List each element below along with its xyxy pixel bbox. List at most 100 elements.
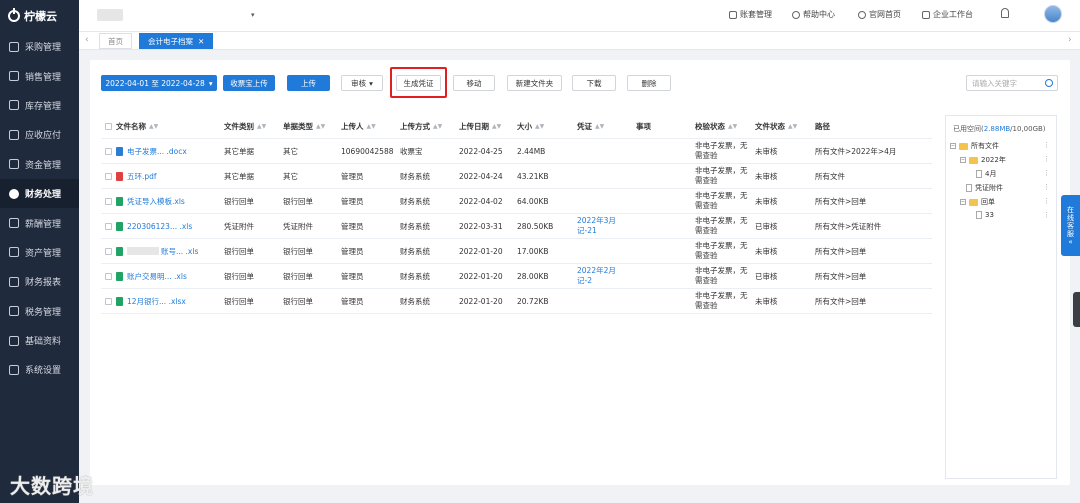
delete-button[interactable]: 删除 [627,75,671,91]
more-icon[interactable]: ⋮ [1043,169,1050,177]
sidebar-item-1[interactable]: 销售管理 [0,61,79,90]
side-handle[interactable] [1073,292,1080,327]
col-size[interactable]: 大小 ▲▼ [517,115,544,138]
sort-icon[interactable]: ▲▼ [595,123,604,130]
row-checkbox[interactable] [105,222,112,230]
col-check-status[interactable]: 校验状态 ▲▼ [695,115,737,138]
select-all-checkbox[interactable] [105,123,112,130]
download-button[interactable]: 下载 [572,75,616,91]
row-checkbox[interactable] [105,147,112,155]
row-checkbox[interactable] [105,297,112,305]
table-row[interactable]: 12月银行... .xlsx 银行回单 银行回单 管理员 财务系统 2022-01-20 2… [101,289,932,314]
chevron-right-icon[interactable]: › [1068,35,1072,45]
sort-icon[interactable]: ▲▼ [788,123,797,130]
tree-node-april[interactable]: 4月 [976,169,996,179]
tree-node-voucher-attachment[interactable]: 凭证附件 [966,183,1003,193]
sidebar-item-10[interactable]: 基础资料 [0,326,79,355]
date-range-picker[interactable]: 2022-04-01 至 2022-04-28 ▾ [101,75,217,91]
sort-icon[interactable]: ▲▼ [257,123,266,130]
collapse-icon[interactable]: − [960,157,966,163]
receipt-upload-button[interactable]: 收票宝上传 [223,75,275,91]
table-row[interactable]: 凭证导入模板.xls 银行回单 银行回单 管理员 财务系统 2022-04-02 64.00… [101,189,932,214]
tab-archive[interactable]: 会计电子档案 ✕ [139,33,214,49]
website-home-link[interactable]: 官网首页 [858,9,901,20]
tree-node-receipt[interactable]: − 回单 [960,197,995,207]
avatar[interactable] [1044,5,1062,23]
sort-icon[interactable]: ▲▼ [492,123,501,130]
tab-home[interactable]: 首页 [99,33,132,49]
company-selector[interactable] [97,9,123,21]
sort-icon[interactable]: ▲▼ [433,123,442,130]
col-category[interactable]: 文件类别 ▲▼ [224,115,266,138]
sidebar-item-6[interactable]: 薪酬管理 [0,208,79,237]
sort-icon[interactable]: ▲▼ [535,123,544,130]
col-uploader[interactable]: 上传人 ▲▼ [341,115,376,138]
row-checkbox[interactable] [105,247,112,255]
collapse-icon[interactable]: − [950,143,956,149]
topbar: ▾ 账套管理 帮助中心 官网首页 企业工作台 [79,0,1080,32]
account-management-link[interactable]: 账套管理 [729,9,772,20]
col-voucher[interactable]: 凭证 ▲▼ [577,115,604,138]
review-dropdown[interactable]: 审核 ▾ [341,75,383,91]
row-checkbox[interactable] [105,197,112,205]
tree-node-2022[interactable]: −2022年 [960,155,1006,165]
search-input[interactable]: 请输入关键字 [966,75,1058,91]
more-icon[interactable]: ⋮ [1043,141,1050,149]
file-name-link[interactable]: 账号... .xls [116,239,198,263]
search-icon[interactable] [1045,79,1053,87]
more-icon[interactable]: ⋮ [1043,183,1050,191]
sort-icon[interactable]: ▲▼ [367,123,376,130]
col-file-status[interactable]: 文件状态 ▲▼ [755,115,797,138]
tree-node-33[interactable]: 33 [976,211,994,219]
row-checkbox[interactable] [105,172,112,180]
sidebar-item-5[interactable]: 财务处理 [0,178,79,209]
collapse-icon[interactable]: − [960,199,966,205]
table-row[interactable]: 五环.pdf 其它单据 其它 管理员 财务系统 2022-04-24 43.21KB 非电子发… [101,164,932,189]
upload-button[interactable]: 上传 [287,75,330,91]
col-method[interactable]: 上传方式 ▲▼ [400,115,442,138]
table-row[interactable]: 账户交易明... .xls 银行回单 银行回单 管理员 财务系统 2022-01-20 28… [101,264,932,289]
more-icon[interactable]: ⋮ [1043,197,1050,205]
table-row[interactable]: 220306123... .xls 凭证附件 凭证附件 管理员 财务系统 2022-03-… [101,214,932,239]
sidebar-item-7[interactable]: 资产管理 [0,238,79,267]
sidebar-item-3[interactable]: 应收应付 [0,120,79,149]
more-icon[interactable]: ⋮ [1043,211,1050,219]
move-button[interactable]: 移动 [453,75,495,91]
file-name-link[interactable]: 12月银行... .xlsx [116,289,186,313]
more-icon[interactable]: ⋮ [1043,155,1050,163]
sidebar-item-4[interactable]: 资金管理 [0,150,79,179]
online-service-button[interactable]: 在 线 客 服 « [1061,195,1080,256]
cell-doc-type: 其它 [283,171,298,181]
cell-voucher[interactable]: 2022年2月记-2 [577,264,627,288]
caret-down-icon[interactable]: ▾ [251,11,255,19]
bell-icon[interactable] [1001,8,1009,18]
enterprise-workbench-link[interactable]: 企业工作台 [922,9,973,20]
sidebar-item-11[interactable]: 系统设置 [0,355,79,384]
file-name-link[interactable]: 凭证导入模板.xls [116,189,185,213]
sidebar-item-9[interactable]: 税务管理 [0,297,79,326]
file-name-link[interactable]: 电子发票... .docx [116,139,187,163]
sidebar-item-0[interactable]: 采购管理 [0,32,79,61]
table-row[interactable]: 账号... .xls 银行回单 银行回单 管理员 财务系统 2022-01-20 17.00… [101,239,932,264]
new-folder-button[interactable]: 新建文件夹 [507,75,562,91]
sort-icon[interactable]: ▲▼ [149,123,158,130]
app-logo[interactable]: 柠檬云 [0,0,79,32]
file-name-link[interactable]: 五环.pdf [116,164,157,188]
col-doc-type[interactable]: 单据类型 ▲▼ [283,115,325,138]
sidebar-item-8[interactable]: 财务报表 [0,267,79,296]
sort-icon[interactable]: ▲▼ [728,123,737,130]
sort-icon[interactable]: ▲▼ [316,123,325,130]
table-row[interactable]: 电子发票... .docx 其它单据 其它 10690042588 收票宝 2022-04… [101,139,932,164]
file-name-link[interactable]: 220306123... .xls [116,214,192,238]
tree-node-all[interactable]: − 所有文件 [950,141,999,151]
col-date[interactable]: 上传日期 ▲▼ [459,115,501,138]
sales-icon [9,71,19,82]
close-icon[interactable]: ✕ [198,37,204,46]
sidebar-item-2[interactable]: 库存管理 [0,91,79,120]
row-checkbox[interactable] [105,272,112,280]
file-name-link[interactable]: 账户交易明... .xls [116,264,187,288]
cell-voucher[interactable]: 2022年3月记-21 [577,214,627,238]
chevron-left-icon[interactable]: ‹ [85,35,89,45]
col-name[interactable]: 文件名称 ▲▼ [116,115,158,138]
help-center-link[interactable]: 帮助中心 [792,9,835,20]
